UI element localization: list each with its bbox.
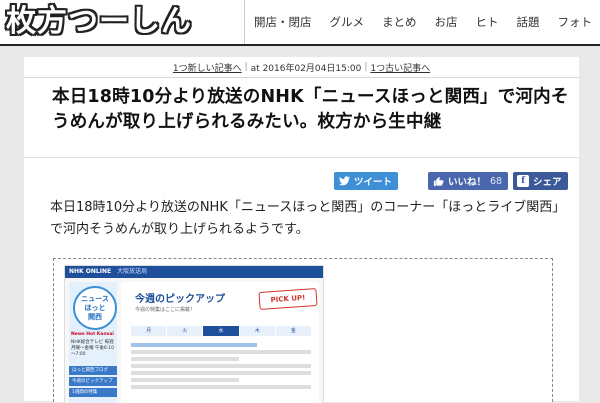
nhk-menu-item: 今週のピックアップ (69, 377, 117, 386)
tweet-button[interactable]: ツイート (334, 172, 398, 190)
nav-item-photo[interactable]: フォト (549, 14, 600, 30)
article-meta-bar: 1つ新しい記事へ | at 2016年02月04日15:00 | 1つ古い記事へ (24, 57, 579, 78)
meta-separator: | (364, 62, 367, 72)
title-divider (24, 157, 579, 158)
nhk-brand: News Hot Kansai (71, 332, 114, 337)
nhk-broadcast-info: NHK総合テレビ 毎週月曜～金曜 午後6:10～7:00 (71, 340, 117, 358)
text-line (131, 371, 311, 375)
global-nav: 開店・閉店 グルメ まとめ お店 ヒト 話題 フォト イベ (244, 0, 600, 44)
nav-item-gourmet[interactable]: グルメ (321, 14, 374, 30)
article-title: 本日18時10分より放送のNHK「ニュースほっと関西」で河内そうめんが取り上げら… (52, 85, 572, 134)
weekday-tabs: 月 火 水 木 金 (131, 326, 311, 336)
facebook-share-button[interactable]: f シェア (513, 172, 568, 190)
nhk-menu-item: ほっと関西ブログ (69, 366, 117, 375)
nhk-main: 今週のピックアップ 今週の特集はここに掲載！ PICK UP! 月 火 水 木 … (121, 282, 319, 403)
weekday-tab: 水 (203, 326, 238, 336)
nhk-menu-item: 1週間の特集 (69, 388, 117, 397)
article-card: 1つ新しい記事へ | at 2016年02月04日15:00 | 1つ古い記事へ… (24, 57, 579, 401)
nhk-topbar: NHK ONLINE 大阪放送局 (65, 266, 324, 278)
facebook-icon: f (517, 175, 529, 187)
text-line (131, 350, 311, 354)
older-article-link[interactable]: 1つ古い記事へ (370, 61, 430, 74)
weekday-tab: 木 (240, 326, 275, 336)
nhk-topbar-sub: 大阪放送局 (117, 268, 147, 275)
like-count: 68 (490, 176, 502, 187)
nhk-page-screenshot[interactable]: NHK ONLINE 大阪放送局 ニュース ほっと 関西 News Hot Kan… (64, 265, 324, 403)
logo-line-3: 関西 (88, 313, 102, 322)
pickup-heading: 今週のピックアップ (135, 290, 225, 305)
logo-line-2: ほっと (85, 304, 106, 313)
nav-item-shops[interactable]: お店 (426, 14, 467, 30)
nav-item-topics[interactable]: 話題 (508, 14, 549, 30)
news-hot-kansai-logo: ニュース ほっと 関西 (73, 286, 117, 330)
pickup-subheading: 今週の特集はここに掲載！ (135, 306, 195, 313)
logo-line-1: ニュース (81, 295, 109, 304)
share-label: シェア (533, 174, 562, 188)
nhk-text-lines (131, 340, 311, 392)
tweet-label: ツイート (354, 174, 392, 188)
like-button[interactable]: いいね！ 68 (428, 172, 508, 190)
text-line (131, 357, 239, 361)
nhk-sidebar: ニュース ほっと 関西 News Hot Kansai NHK総合テレビ 毎週月… (69, 282, 117, 403)
pickup-badge: PICK UP! (258, 288, 317, 310)
weekday-tab: 月 (131, 326, 166, 336)
nhk-topbar-title: NHK ONLINE (69, 268, 111, 275)
article-image-frame: NHK ONLINE 大阪放送局 ニュース ほっと 関西 News Hot Kan… (53, 258, 553, 402)
site-logo[interactable]: 枚方つーしん (6, 2, 192, 42)
text-line (131, 364, 311, 368)
nav-item-openings[interactable]: 開店・閉店 (245, 14, 321, 30)
article-date: at 2016年02月04日15:00 (251, 61, 362, 74)
weekday-tab: 火 (167, 326, 202, 336)
site-header: 枚方つーしん 開店・閉店 グルメ まとめ お店 ヒト 話題 フォト イベ (0, 0, 600, 46)
article-body: 本日18時10分より放送のNHK「ニュースほっと関西」のコーナー「ほっとライブ関… (50, 197, 570, 241)
weekday-tab: 金 (276, 326, 311, 336)
nav-item-people[interactable]: ヒト (467, 14, 508, 30)
twitter-bird-icon (338, 175, 350, 187)
newer-article-link[interactable]: 1つ新しい記事へ (173, 61, 242, 74)
thumbs-up-icon (432, 175, 444, 187)
text-line (131, 385, 311, 389)
like-label: いいね！ (448, 174, 486, 188)
text-line (131, 378, 239, 382)
text-line (131, 343, 257, 347)
nav-item-summary[interactable]: まとめ (373, 14, 426, 30)
meta-separator: | (245, 62, 248, 72)
